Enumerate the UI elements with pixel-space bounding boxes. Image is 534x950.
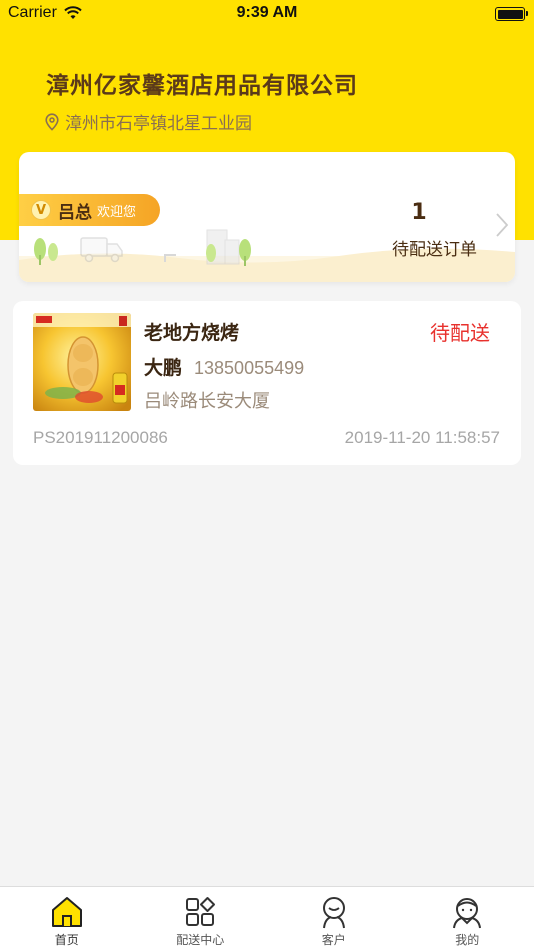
battery-icon — [495, 7, 528, 21]
welcome-tag: V 吕总 欢迎您 — [19, 194, 160, 226]
tab-home[interactable]: 首页 — [0, 887, 134, 950]
tab-delivery-center-label: 配送中心 — [176, 933, 225, 947]
tab-home-label: 首页 — [54, 933, 79, 947]
home-icon — [51, 897, 82, 927]
delivery-center-icon — [186, 897, 216, 926]
order-card[interactable]: 老地方烧烤 待配送 大鹏 13850055499 吕岭路长安大厦 PS20191… — [13, 301, 521, 465]
tab-bar: 首页 配送中心 客户 我的 — [0, 886, 534, 950]
order-number: PS201911200086 — [33, 428, 168, 447]
chevron-right-icon — [496, 213, 509, 237]
product-thumbnail — [33, 313, 131, 411]
tab-customer[interactable]: 客户 — [267, 887, 401, 950]
vip-badge-icon: V — [31, 200, 51, 220]
status-time: 9:39 AM — [236, 4, 298, 21]
tab-delivery-center[interactable]: 配送中心 — [134, 887, 268, 950]
tab-profile-label: 我的 — [455, 933, 480, 947]
welcome-card[interactable]: V 吕总 欢迎您 1 待配送订单 — [19, 152, 515, 282]
location-pin-icon — [45, 112, 59, 131]
welcome-text: 欢迎您 — [97, 204, 137, 220]
customer-icon — [322, 897, 345, 929]
company-address-row: 漳州市石亭镇北星工业园 — [44, 109, 252, 134]
profile-icon — [453, 898, 482, 929]
customer-row: 大鹏 13850055499 — [144, 353, 304, 380]
customer-phone[interactable]: 13850055499 — [194, 358, 304, 379]
shop-name: 老地方烧烤 — [144, 322, 240, 344]
company-address: 漳州市石亭镇北星工业园 — [65, 114, 252, 134]
pending-order-label: 待配送订单 — [392, 240, 477, 260]
tab-profile[interactable]: 我的 — [401, 887, 534, 950]
delivery-address: 吕岭路长安大厦 — [144, 391, 270, 412]
user-name: 吕总 — [58, 202, 92, 223]
customer-name: 大鹏 — [144, 357, 183, 379]
company-name: 漳州亿家馨酒店用品有限公司 — [46, 73, 358, 99]
status-bar: Carrier 9:39 AM — [0, 0, 534, 28]
order-status: 待配送 — [430, 321, 490, 345]
pending-order-count: 1 — [411, 200, 427, 225]
tab-customer-label: 客户 — [321, 933, 346, 947]
order-time: 2019-11-20 11:58:57 — [344, 428, 500, 447]
